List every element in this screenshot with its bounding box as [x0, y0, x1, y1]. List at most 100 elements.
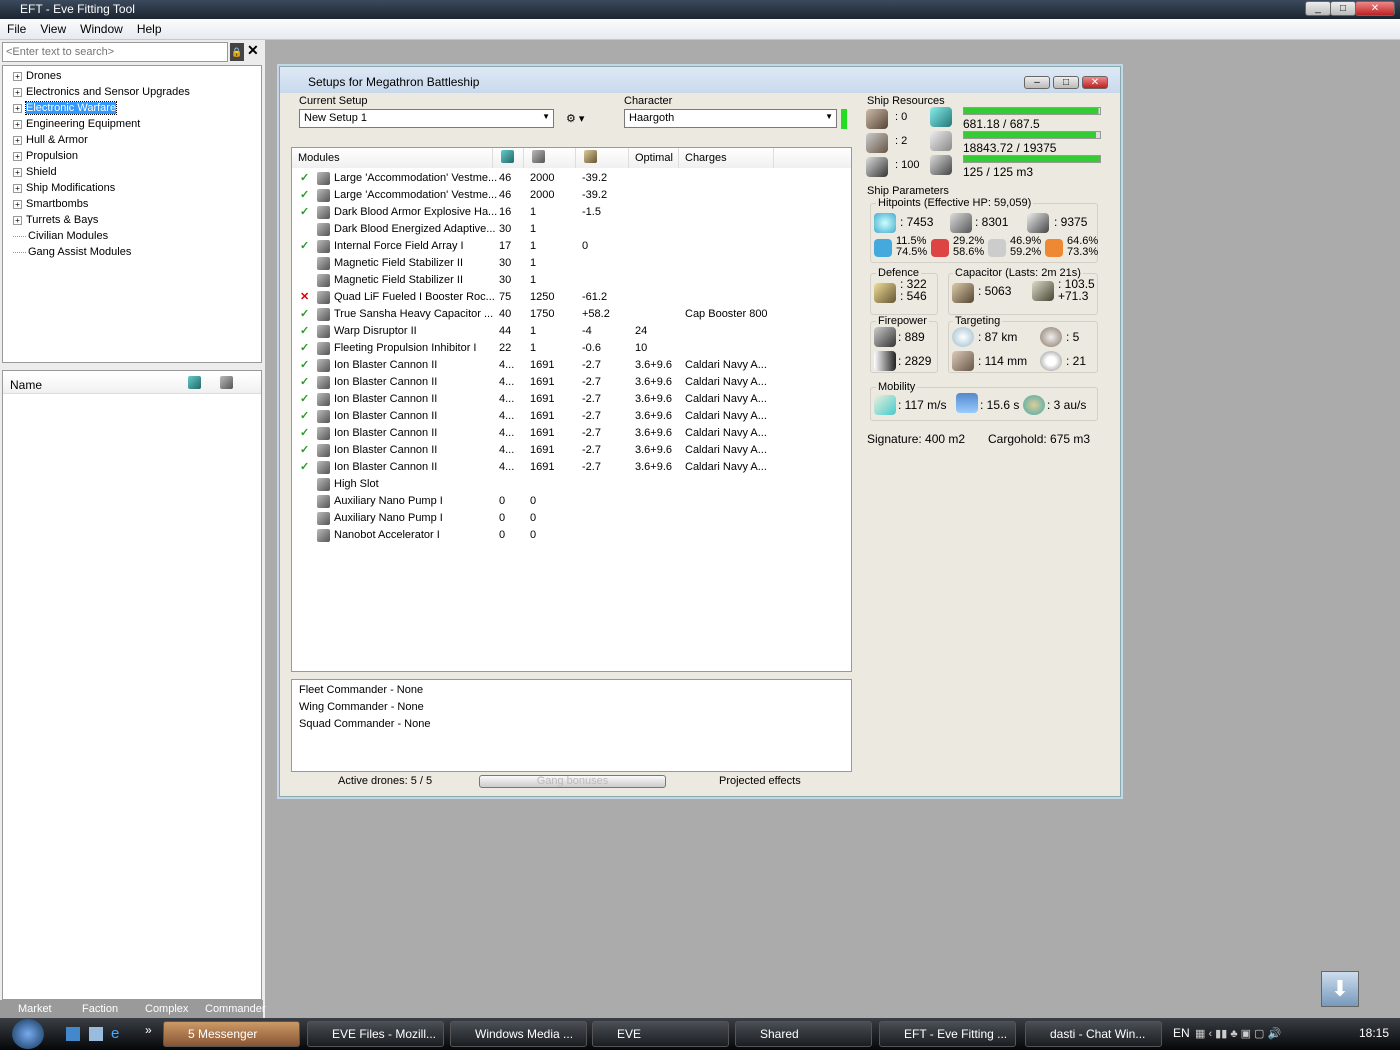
tree-item[interactable]: + Propulsion — [13, 148, 78, 164]
module-row[interactable]: ✓ Warp Disruptor II 44 1 -4 24 — [292, 323, 851, 340]
tree-item[interactable]: + Hull & Armor — [13, 132, 88, 148]
setup-minimize-button[interactable]: – — [1024, 76, 1050, 89]
online-check-icon[interactable]: ✓ — [300, 391, 309, 408]
fleet-commander[interactable]: Fleet Commander - None — [299, 684, 423, 696]
module-row[interactable]: Magnetic Field Stabilizer II 30 1 — [292, 272, 851, 289]
lock-icon[interactable]: 🔒 — [230, 43, 244, 61]
online-check-icon[interactable]: ✓ — [300, 408, 309, 425]
module-row[interactable]: Auxiliary Nano Pump I 0 0 — [292, 493, 851, 510]
menu-window[interactable]: Window — [73, 19, 130, 39]
taskbar-item[interactable]: dasti - Chat Win... — [1025, 1021, 1162, 1047]
expand-icon[interactable]: + — [13, 71, 22, 81]
wing-commander[interactable]: Wing Commander - None — [299, 701, 424, 713]
column-charges[interactable]: Charges — [679, 148, 774, 168]
taskbar-item[interactable]: EFT - Eve Fitting ... — [879, 1021, 1016, 1047]
setup-select[interactable]: New Setup 1 ▼ — [299, 109, 554, 128]
cpu-column-icon[interactable] — [188, 376, 201, 389]
powergrid-column-icon[interactable] — [220, 376, 233, 389]
column-powergrid[interactable] — [524, 148, 576, 168]
module-row[interactable]: ✓ Ion Blaster Cannon II 4... 1691 -2.7 3.6+9.… — [292, 408, 851, 425]
taskbar-item[interactable]: Windows Media ... — [450, 1021, 587, 1047]
online-check-icon[interactable]: ✓ — [300, 374, 309, 391]
download-arrow-icon[interactable]: ⬇ — [1321, 971, 1359, 1007]
module-row[interactable]: High Slot — [292, 476, 851, 493]
menu-help[interactable]: Help — [130, 19, 169, 39]
online-check-icon[interactable]: ✓ — [300, 340, 309, 357]
online-check-icon[interactable]: ✓ — [300, 187, 309, 204]
tree-item[interactable]: + Smartbombs — [13, 196, 88, 212]
tree-item[interactable]: + Shield — [13, 164, 57, 180]
module-row[interactable]: ✓ Ion Blaster Cannon II 4... 1691 -2.7 3.6+9.… — [292, 442, 851, 459]
module-row[interactable]: ✓ Dark Blood Armor Explosive Ha... 16 1 -1.5 — [292, 204, 851, 221]
taskbar-item[interactable]: Shared — [735, 1021, 872, 1047]
tree-item[interactable]: Gang Assist Modules — [13, 244, 131, 260]
switch-windows-icon[interactable] — [89, 1027, 103, 1041]
expand-icon[interactable]: + — [13, 119, 22, 129]
gang-bonuses-tab[interactable]: Gang bonuses — [479, 775, 666, 788]
close-button[interactable]: ✕ — [1355, 1, 1395, 16]
column-name[interactable]: Name — [10, 378, 42, 392]
tab-commander[interactable]: Commander — [205, 1003, 266, 1015]
show-desktop-icon[interactable] — [66, 1027, 80, 1041]
tree-item[interactable]: Civilian Modules — [13, 228, 108, 244]
setup-maximize-button[interactable]: □ — [1053, 76, 1079, 89]
expand-icon[interactable]: + — [13, 135, 22, 145]
tree-item[interactable]: + Drones — [13, 68, 61, 84]
squad-commander[interactable]: Squad Commander - None — [299, 718, 430, 730]
expand-icon[interactable]: + — [13, 199, 22, 209]
expand-icon[interactable]: + — [13, 103, 22, 113]
active-drones-tab[interactable]: Active drones: 5 / 5 — [338, 775, 432, 787]
tree-item[interactable]: + Engineering Equipment — [13, 116, 140, 132]
quicklaunch-overflow-icon[interactable]: » — [145, 1023, 152, 1037]
expand-icon[interactable]: + — [13, 87, 22, 97]
taskbar-item[interactable]: EVE — [592, 1021, 729, 1047]
tab-faction[interactable]: Faction — [82, 1003, 118, 1015]
clear-search-icon[interactable]: ✕ — [247, 42, 259, 59]
module-row[interactable]: ✓ Internal Force Field Array I 17 1 0 — [292, 238, 851, 255]
expand-icon[interactable]: + — [13, 215, 22, 225]
module-row[interactable]: Auxiliary Nano Pump I 0 0 — [292, 510, 851, 527]
tree-item[interactable]: + Ship Modifications — [13, 180, 115, 196]
module-row[interactable]: ✓ Large 'Accommodation' Vestme... 46 2000 -3… — [292, 187, 851, 204]
search-input[interactable] — [2, 42, 228, 62]
column-capacitor[interactable] — [576, 148, 629, 168]
online-check-icon[interactable]: ✓ — [300, 204, 309, 221]
module-row[interactable]: ✓ Ion Blaster Cannon II 4... 1691 -2.7 3.6+9.… — [292, 425, 851, 442]
expand-icon[interactable]: + — [13, 151, 22, 161]
online-check-icon[interactable]: ✓ — [300, 442, 309, 459]
online-check-icon[interactable]: ✓ — [300, 323, 309, 340]
setup-actions-button[interactable]: ⚙ ▾ — [566, 112, 584, 125]
online-check-icon[interactable]: ✓ — [300, 459, 309, 476]
menu-view[interactable]: View — [33, 19, 73, 39]
maximize-button[interactable]: □ — [1330, 1, 1356, 16]
tab-market[interactable]: Market — [18, 1003, 52, 1015]
tree-item[interactable]: + Turrets & Bays — [13, 212, 98, 228]
module-row[interactable]: ✓ Large 'Accommodation' Vestme... 46 2000 -3… — [292, 170, 851, 187]
projected-effects-tab[interactable]: Projected effects — [719, 775, 801, 787]
minimize-button[interactable]: _ — [1305, 1, 1331, 16]
expand-icon[interactable]: + — [13, 183, 22, 193]
taskbar-item[interactable]: 5 Messenger — [163, 1021, 300, 1047]
online-check-icon[interactable]: ✓ — [300, 170, 309, 187]
module-row[interactable]: ✓ Ion Blaster Cannon II 4... 1691 -2.7 3.6+9.… — [292, 391, 851, 408]
expand-icon[interactable]: + — [13, 167, 22, 177]
start-button[interactable] — [12, 1019, 44, 1049]
clock[interactable]: 18:15 — [1359, 1026, 1389, 1040]
module-row[interactable]: Dark Blood Energized Adaptive... 30 1 — [292, 221, 851, 238]
module-row[interactable]: Magnetic Field Stabilizer II 30 1 — [292, 255, 851, 272]
language-indicator[interactable]: EN — [1173, 1026, 1190, 1040]
online-check-icon[interactable]: ✓ — [300, 306, 309, 323]
online-check-icon[interactable]: ✓ — [300, 425, 309, 442]
module-row[interactable]: ✓ Ion Blaster Cannon II 4... 1691 -2.7 3.6+9.… — [292, 459, 851, 476]
column-cpu[interactable] — [493, 148, 524, 168]
module-row[interactable]: ✓ True Sansha Heavy Capacitor ... 40 1750 +5… — [292, 306, 851, 323]
module-row[interactable]: ✓ Ion Blaster Cannon II 4... 1691 -2.7 3.6+9.… — [292, 357, 851, 374]
tab-complex[interactable]: Complex — [145, 1003, 188, 1015]
online-check-icon[interactable]: ✓ — [300, 238, 309, 255]
module-row[interactable]: ✓ Ion Blaster Cannon II 4... 1691 -2.7 3.6+9.… — [292, 374, 851, 391]
system-tray-icons[interactable]: ▦ ‹ ▮▮ ♣ ▣ ▢ 🔊 — [1195, 1027, 1315, 1041]
module-row[interactable]: ✓ Fleeting Propulsion Inhibitor I 22 1 -0.6 1… — [292, 340, 851, 357]
internet-explorer-icon[interactable]: e — [111, 1025, 119, 1042]
column-optimal[interactable]: Optimal — [629, 148, 679, 168]
tree-item[interactable]: + Electronics and Sensor Upgrades — [13, 84, 190, 100]
